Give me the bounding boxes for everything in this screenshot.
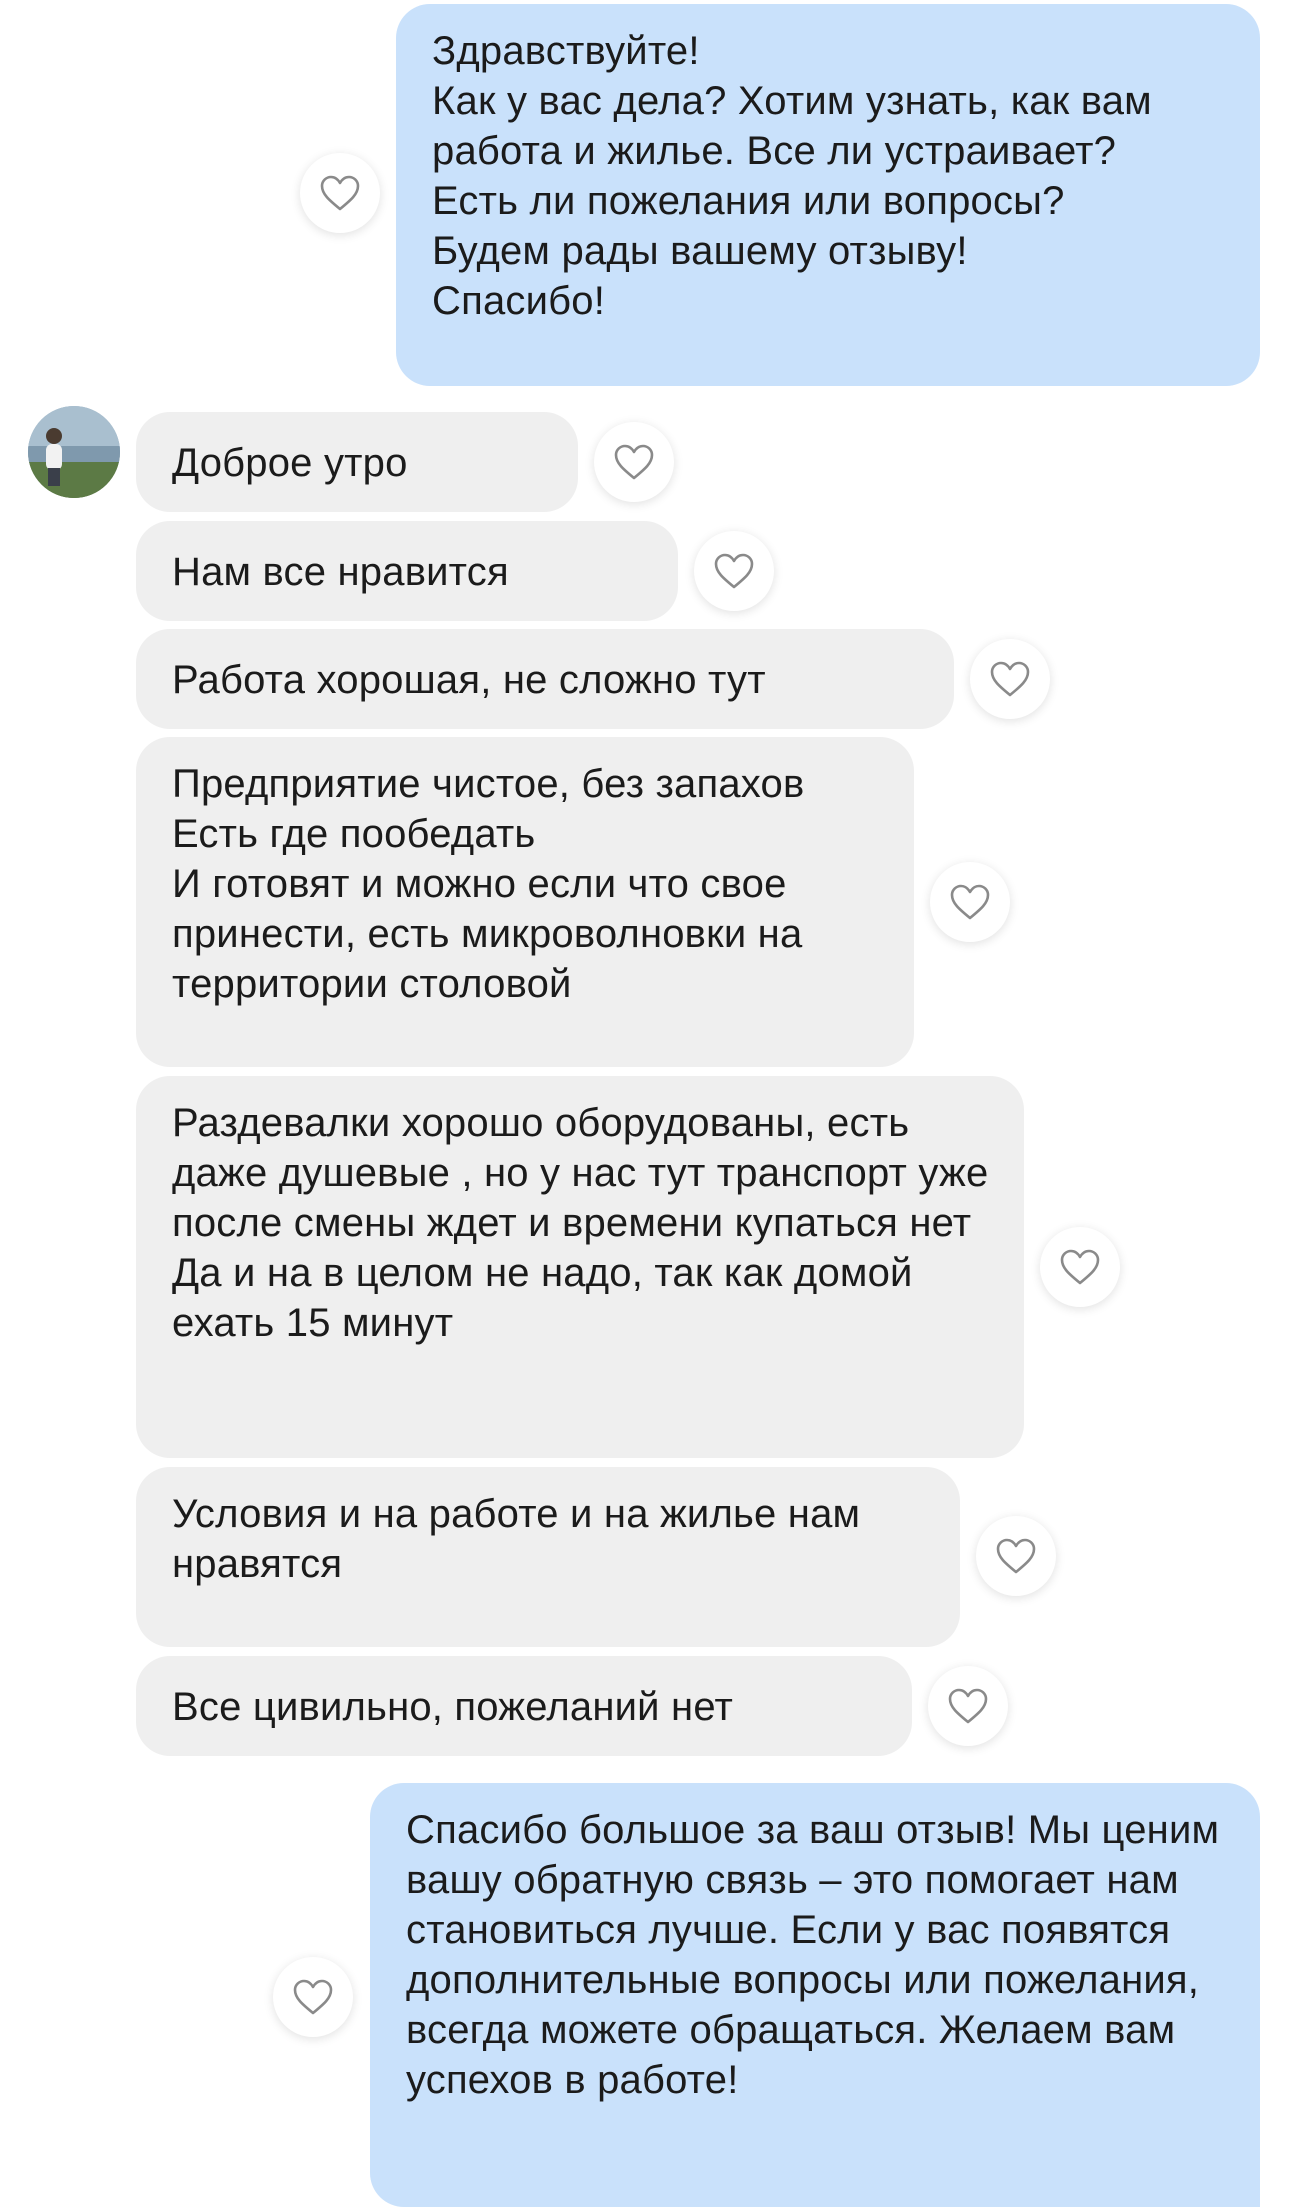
like-heart-icon[interactable] — [1040, 1227, 1120, 1307]
like-heart-icon[interactable] — [594, 422, 674, 502]
message-bubble-incoming[interactable]: Работа хорошая, не сложно тут — [136, 629, 954, 729]
chat-thread: Здравствуйте! Как у вас дела? Хотим узна… — [0, 0, 1290, 2207]
like-heart-icon[interactable] — [300, 153, 380, 233]
like-heart-icon[interactable] — [694, 531, 774, 611]
like-heart-icon[interactable] — [928, 1666, 1008, 1746]
like-heart-icon[interactable] — [970, 639, 1050, 719]
like-heart-icon[interactable] — [273, 1957, 353, 2037]
message-bubble-incoming[interactable]: Все цивильно, пожеланий нет — [136, 1656, 912, 1756]
message-bubble-incoming[interactable]: Доброе утро — [136, 412, 578, 512]
contact-avatar[interactable] — [28, 406, 120, 498]
like-heart-icon[interactable] — [976, 1516, 1056, 1596]
message-bubble-incoming[interactable]: Раздевалки хорошо оборудованы, есть даже… — [136, 1076, 1024, 1458]
like-heart-icon[interactable] — [930, 862, 1010, 942]
message-bubble-incoming[interactable]: Условия и на работе и на жилье нам нравя… — [136, 1467, 960, 1647]
message-bubble-outgoing[interactable]: Здравствуйте! Как у вас дела? Хотим узна… — [396, 4, 1260, 386]
message-bubble-outgoing[interactable]: Спасибо большое за ваш отзыв! Мы ценим в… — [370, 1783, 1260, 2207]
message-bubble-incoming[interactable]: Предприятие чистое, без запахов Есть где… — [136, 737, 914, 1067]
message-bubble-incoming[interactable]: Нам все нравится — [136, 521, 678, 621]
